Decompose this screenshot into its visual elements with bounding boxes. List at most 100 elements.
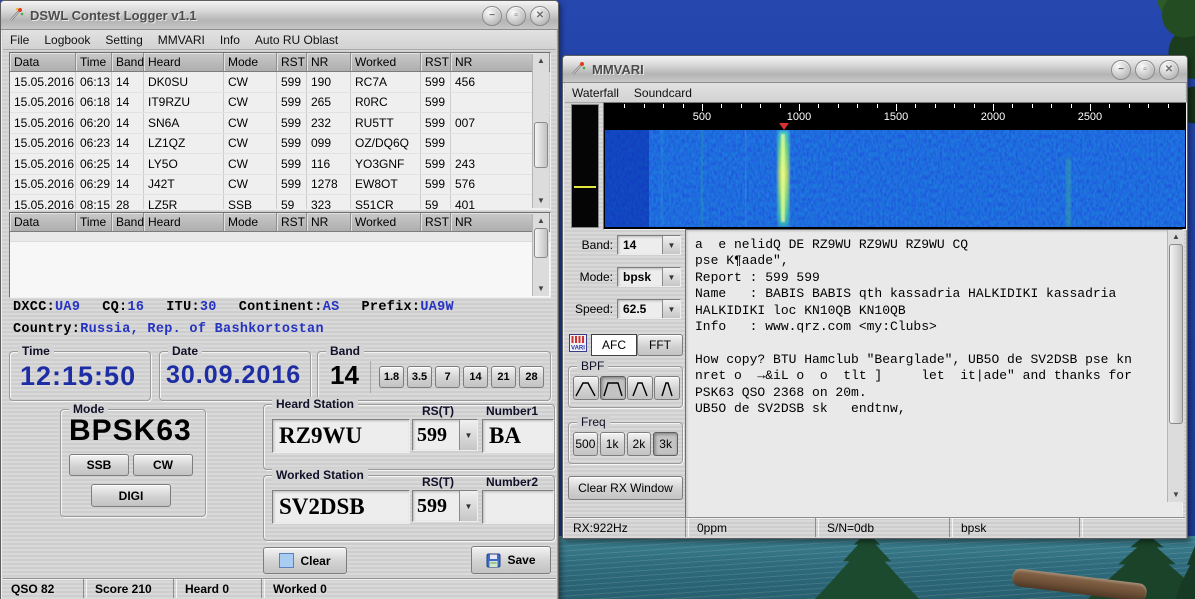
heard-rst-dropdown[interactable]: 599 ▼ [412,419,478,451]
number2-input[interactable] [482,490,554,524]
scrollbar-thumb[interactable] [534,228,548,258]
scale-tick [1168,104,1169,108]
table-row[interactable]: 15.05.201606:1814IT9RZUCW599265R0RC599 [10,93,550,114]
cell: 599 [421,72,451,92]
fft-button[interactable]: FFT [637,334,683,356]
table-row[interactable]: 15.05.201608:1528LZ5RSSB59323S51CR59401 [10,195,550,209]
clear-rx-window-button[interactable]: Clear RX Window [568,476,683,500]
table-row[interactable]: 15.05.201606:2514LY5OCW599116YO3GNF59924… [10,154,550,175]
clear-button[interactable]: Clear [263,547,347,574]
rx-text-area[interactable]: a e nelidQ DE RZ9WU RZ9WU RZ9WU CQ pse K… [685,229,1183,519]
minimize-button[interactable]: − [1111,60,1131,80]
close-button[interactable]: ✕ [1159,60,1179,80]
menu-item-waterfall[interactable]: Waterfall [572,86,619,100]
freq-button-3k[interactable]: 3k [653,432,678,456]
chevron-down-icon[interactable]: ▼ [662,268,680,286]
scale-tick [818,104,819,108]
band-button-14[interactable]: 14 [463,366,488,388]
scale-tick [993,104,994,111]
minimize-button[interactable]: − [482,6,502,26]
table-row[interactable]: 15.05.201606:1314DK0SUCW599190RC7A599456 [10,72,550,93]
squelch-marker[interactable] [574,186,596,188]
scroll-down-icon[interactable]: ▼ [534,194,548,208]
chevron-down-icon[interactable]: ▼ [662,236,680,254]
number1-input[interactable]: BA [482,419,554,453]
scale-tick [1051,104,1052,108]
dx-info-item: CQ:16 [102,300,144,315]
cell: 06:25 [76,154,112,174]
scroll-up-icon[interactable]: ▲ [534,54,548,68]
menu-item-setting[interactable]: Setting [105,33,142,47]
chevron-down-icon[interactable]: ▼ [459,420,477,450]
band-button-3.5[interactable]: 3.5 [407,366,432,388]
bpf-filter-2-button[interactable] [600,376,626,400]
scrollbar-thumb[interactable] [534,122,548,168]
worked-station-group: Worked Station SV2DSB RS(T) 599 ▼ Number… [263,475,555,541]
scrollbar-thumb[interactable] [1169,244,1183,424]
scroll-up-icon[interactable]: ▲ [1169,230,1183,244]
mode-dropdown-value: bpsk [618,268,662,286]
menu-item-auto-ru-oblast[interactable]: Auto RU Oblast [255,33,338,47]
menu-item-info[interactable]: Info [220,33,240,47]
freq-button-2k[interactable]: 2k [627,432,652,456]
scroll-down-icon[interactable]: ▼ [534,282,548,296]
bpf-filter-4-button[interactable] [654,376,680,400]
rx-scrollbar[interactable]: ▲ ▼ [1167,230,1184,502]
chevron-down-icon[interactable]: ▼ [459,491,477,521]
cell: 232 [307,113,351,133]
speed-dropdown[interactable]: 62.5 ▼ [617,299,681,319]
freq-button-1k[interactable]: 1k [600,432,625,456]
status-segment: Heard 0 [177,579,261,598]
utc-time: 12:15:50 [20,361,136,392]
digi-button[interactable]: DIGI [91,484,171,507]
mode-dropdown[interactable]: bpsk ▼ [617,267,681,287]
level-meter [571,104,599,228]
bpf-filter-3-button[interactable] [627,376,653,400]
worked-rst-value: 599 [413,491,459,521]
band-dropdown[interactable]: 14 ▼ [617,235,681,255]
heard-callsign-input[interactable]: RZ9WU [272,419,410,453]
table-row[interactable]: 15.05.201606:2314LZ1QZCW599099OZ/DQ6Q599 [10,134,550,155]
freq-button-500[interactable]: 500 [573,432,598,456]
table-row[interactable]: 15.05.201606:2014SN6ACW599232RU5TT599007 [10,113,550,134]
cw-button[interactable]: CW [133,454,193,476]
column-header: Mode [224,53,277,71]
waterfall-display[interactable] [605,130,1185,227]
menu-item-file[interactable]: File [10,33,29,47]
band-label: Band: [573,238,613,252]
scroll-up-icon[interactable]: ▲ [534,214,548,228]
scale-tick [877,104,878,108]
logger-titlebar[interactable]: DSWL Contest Logger v1.1 − ▫ ✕ [1,1,558,30]
info-value: 16 [127,300,144,315]
qso-table-header: DataTimeBandHeardModeRSTNRWorkedRSTNR [10,53,550,72]
dupe-table-scrollbar[interactable]: ▲ ▼ [532,214,549,296]
band-button-7[interactable]: 7 [435,366,460,388]
afc-toggle[interactable]: AFC [591,334,637,356]
chevron-down-icon[interactable]: ▼ [662,300,680,318]
band-button-28[interactable]: 28 [519,366,544,388]
save-button[interactable]: Save [471,546,551,574]
cell: 265 [307,93,351,113]
menu-item-logbook[interactable]: Logbook [44,33,90,47]
cell: YO3GNF [351,154,421,174]
worked-callsign-input[interactable]: SV2DSB [272,490,410,524]
maximize-button[interactable]: ▫ [1135,60,1155,80]
worked-rst-dropdown[interactable]: 599 ▼ [412,490,478,522]
band-button-21[interactable]: 21 [491,366,516,388]
dx-info-item: Continent:AS [239,300,340,315]
menu-item-mmvari[interactable]: MMVARI [158,33,205,47]
rx-frequency-marker[interactable] [779,123,789,130]
qso-table-scrollbar[interactable]: ▲ ▼ [532,54,549,208]
table-row[interactable]: 15.05.201606:2914J42TCW5991278EW8OT59957… [10,175,550,196]
band-button-1.8[interactable]: 1.8 [379,366,404,388]
maximize-button[interactable]: ▫ [506,6,526,26]
close-button[interactable]: ✕ [530,6,550,26]
mmvari-titlebar[interactable]: MMVARI − ▫ ✕ [563,56,1187,83]
menu-item-soundcard[interactable]: Soundcard [634,86,692,100]
bpf-filter-1-button[interactable] [573,376,599,400]
waterfall-panel[interactable]: 5001000150020002500 [603,102,1187,230]
scroll-down-icon[interactable]: ▼ [1169,488,1183,502]
number1-label: Number1 [486,404,538,418]
scale-tick [780,104,781,108]
ssb-button[interactable]: SSB [69,454,129,476]
